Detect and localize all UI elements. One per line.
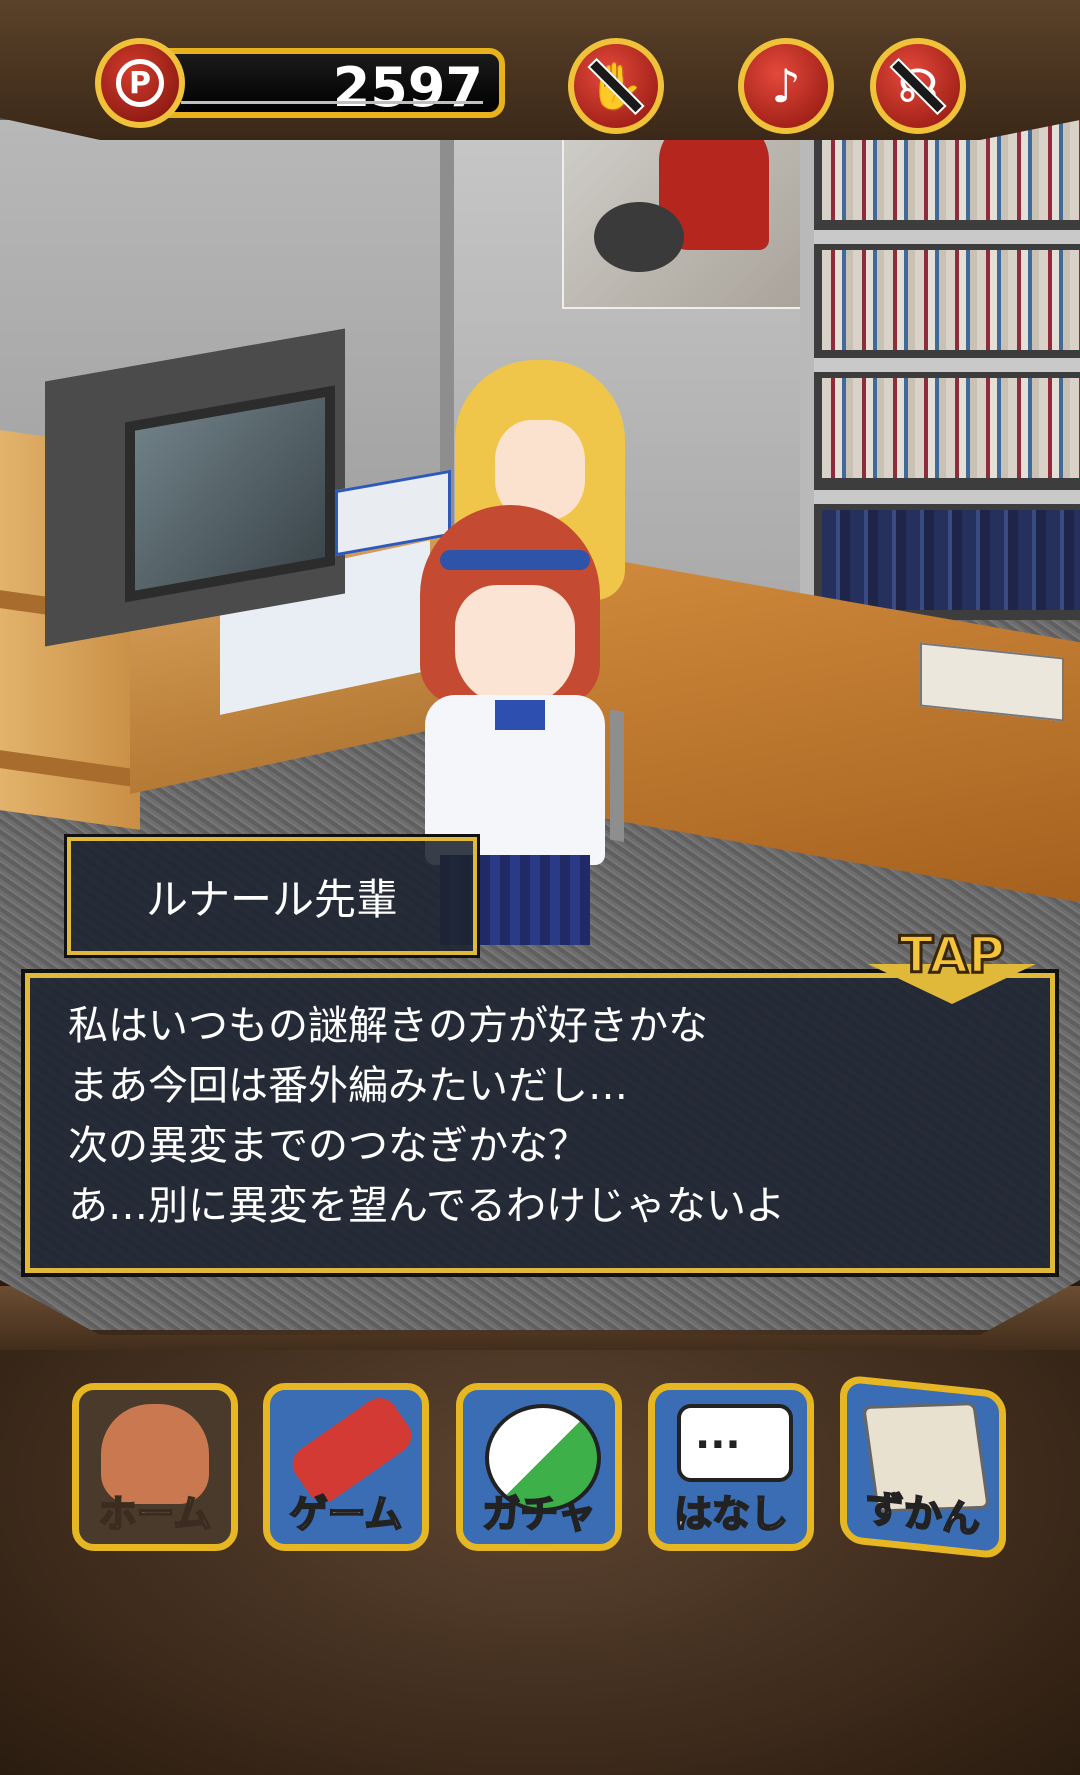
dialog-line: まあ今回は番外編みたいだし… [68, 1063, 628, 1109]
nav-talk-button[interactable]: ··· はなし [648, 1383, 814, 1551]
poster-figure-dark [594, 202, 684, 272]
character-bow [495, 700, 545, 730]
dialog-line: あ…別に異変を望んでるわけじゃないよ [68, 1183, 786, 1229]
speaker-name: ルナール先輩 [145, 874, 398, 924]
tv-screen [125, 385, 335, 603]
character-headband [440, 550, 590, 570]
shelf-row [822, 378, 1080, 478]
nav-gacha-button[interactable]: ガチャ [456, 1383, 622, 1551]
speaker-nameplate: ルナール先輩 [64, 834, 480, 958]
points-coin-icon: P [95, 38, 185, 128]
music-note-icon: ♪ [771, 59, 801, 113]
nav-book-button[interactable]: ずかん [840, 1374, 1006, 1560]
nav-home-label: ホーム [98, 1491, 213, 1537]
ellipsis-icon: ··· [695, 1422, 741, 1468]
shelf-plank [814, 490, 1080, 504]
character-face [455, 585, 575, 705]
dialog-box[interactable]: 私はいつもの謎解きの方が好きかな まあ今回は番外編みたいだし… 次の異変までのつ… [21, 969, 1059, 1277]
sound-off-button[interactable]: ☊ [870, 38, 966, 134]
points-counter: 2597 P [95, 38, 510, 133]
vibration-off-button[interactable]: ✋ [568, 38, 664, 134]
bookshelf [800, 100, 1080, 620]
crt-television [45, 328, 345, 647]
points-value: 2597 [332, 56, 483, 119]
shelf-row [822, 510, 1080, 610]
shelf-plank [814, 230, 1080, 244]
nav-game-button[interactable]: ゲーム [263, 1383, 429, 1551]
dialog-line: 次の異変までのつなぎかな？ [68, 1123, 588, 1169]
nav-home-button[interactable]: ホーム [72, 1383, 238, 1551]
tap-label: TAP [898, 925, 1007, 986]
points-symbol: P [116, 59, 164, 107]
nav-game-label: ゲーム [289, 1491, 404, 1537]
cabinet-plank [0, 750, 140, 788]
tap-indicator[interactable]: TAP [868, 925, 1038, 1010]
points-underline [181, 101, 483, 104]
points-bar: 2597 [155, 48, 505, 119]
music-toggle-button[interactable]: ♪ [738, 38, 834, 134]
shelf-row [822, 250, 1080, 350]
shelf-plank [814, 358, 1080, 372]
nav-talk-label: はなし [673, 1491, 789, 1537]
nav-gacha-label: ガチャ [481, 1491, 597, 1537]
